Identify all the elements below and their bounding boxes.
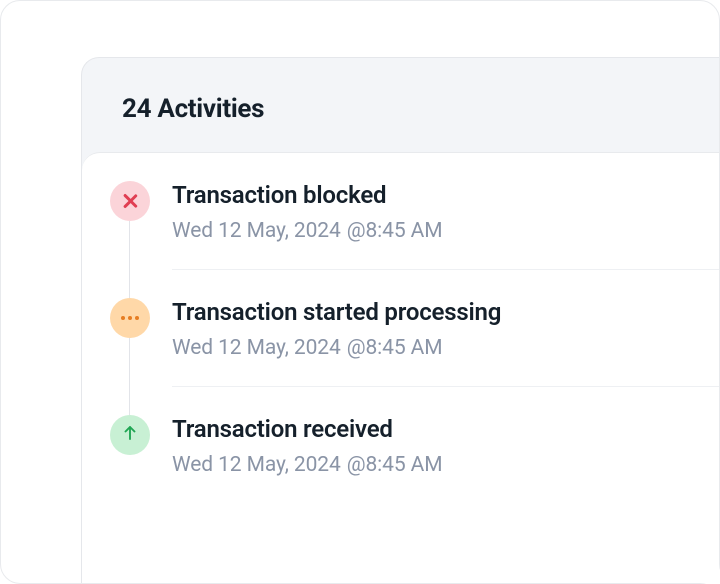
activity-content: Transaction started processing Wed 12 Ma… [172, 298, 719, 387]
activity-time: @8:45 AM [347, 219, 443, 243]
panel-header: 24 Activities [82, 58, 719, 152]
timeline-connector [129, 221, 130, 304]
activity-item-processing[interactable]: Transaction started processing Wed 12 Ma… [110, 298, 719, 415]
activity-title: Transaction blocked [172, 181, 719, 209]
activity-content: Transaction received Wed 12 May, 2024@8:… [172, 415, 719, 503]
activity-time: @8:45 AM [347, 453, 443, 477]
activity-date: Wed 12 May, 2024 [172, 336, 341, 360]
timeline-connector [129, 338, 130, 421]
activity-content: Transaction blocked Wed 12 May, 2024@8:4… [172, 181, 719, 270]
x-icon [122, 193, 138, 209]
activity-item-blocked[interactable]: Transaction blocked Wed 12 May, 2024@8:4… [110, 181, 719, 298]
outer-card: 24 Activities Transaction blocked Wed 12… [0, 0, 720, 584]
panel-title: 24 Activities [122, 94, 679, 124]
activity-time: @8:45 AM [347, 336, 443, 360]
dots-icon [121, 316, 139, 320]
activity-title: Transaction started processing [172, 298, 719, 326]
activity-title: Transaction received [172, 415, 719, 443]
blocked-icon [110, 181, 150, 221]
received-icon [110, 415, 150, 455]
activities-panel: 24 Activities Transaction blocked Wed 12… [81, 57, 719, 583]
activity-date: Wed 12 May, 2024 [172, 453, 341, 477]
activities-card: Transaction blocked Wed 12 May, 2024@8:4… [82, 152, 719, 583]
activity-timestamp: Wed 12 May, 2024@8:45 AM [172, 453, 719, 477]
arrow-up-icon [121, 424, 139, 446]
activity-date: Wed 12 May, 2024 [172, 219, 341, 243]
processing-icon [110, 298, 150, 338]
activity-item-received[interactable]: Transaction received Wed 12 May, 2024@8:… [110, 415, 719, 531]
activity-list: Transaction blocked Wed 12 May, 2024@8:4… [110, 181, 719, 531]
activity-timestamp: Wed 12 May, 2024@8:45 AM [172, 336, 719, 360]
activity-timestamp: Wed 12 May, 2024@8:45 AM [172, 219, 719, 243]
